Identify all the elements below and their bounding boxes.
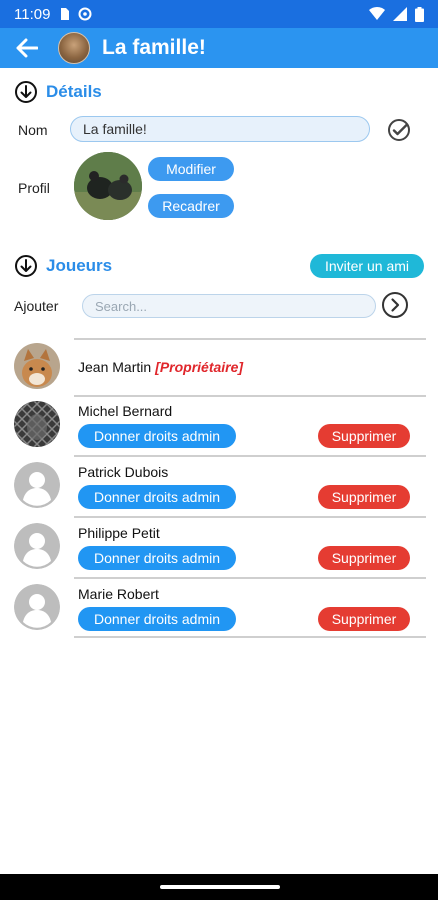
page-title: La famille! — [102, 36, 206, 59]
status-time: 11:09 — [14, 5, 51, 23]
modify-button[interactable]: Modifier — [148, 157, 234, 181]
person-icon — [14, 462, 60, 508]
grant-admin-button[interactable]: Donner droits admin — [78, 607, 236, 631]
player-row-owner: Jean Martin [Propriétaire] — [0, 338, 438, 398]
app-bar: La famille! — [0, 28, 438, 68]
avatar — [14, 343, 60, 389]
player-row: Philippe Petit Donner droits admin Suppr… — [0, 516, 438, 576]
details-section-header[interactable]: Détails — [14, 80, 102, 104]
system-nav-bar — [0, 874, 438, 900]
delete-button[interactable]: Supprimer — [318, 424, 410, 448]
group-avatar — [58, 32, 90, 64]
delete-button[interactable]: Supprimer — [318, 607, 410, 631]
delete-button[interactable]: Supprimer — [318, 546, 410, 570]
player-name: Michel Bernard — [78, 403, 173, 419]
settings-status-icon — [78, 7, 92, 21]
avatar — [14, 401, 60, 447]
grant-admin-button[interactable]: Donner droits admin — [78, 485, 236, 509]
sim-icon — [61, 8, 70, 20]
chevron-right-circle-icon[interactable] — [381, 291, 409, 319]
players-title: Joueurs — [46, 256, 113, 275]
grant-admin-button[interactable]: Donner droits admin — [78, 424, 236, 448]
name-field[interactable] — [70, 116, 370, 142]
player-name: Jean Martin [Propriétaire] — [78, 359, 243, 375]
status-bar: 11:09 — [0, 0, 438, 28]
name-label: Nom — [18, 122, 48, 138]
owner-tag: [Propriétaire] — [155, 359, 244, 375]
player-name: Philippe Petit — [78, 525, 160, 541]
home-handle[interactable] — [160, 885, 280, 889]
invite-friend-button[interactable]: Inviter un ami — [310, 254, 424, 278]
profile-picture — [74, 152, 142, 220]
add-label: Ajouter — [14, 298, 59, 314]
player-row: Michel Bernard Donner droits admin Suppr… — [0, 395, 438, 455]
check-circle-icon[interactable] — [386, 117, 412, 143]
profile-label: Profil — [18, 180, 50, 196]
player-name: Marie Robert — [78, 586, 159, 602]
players-section-header[interactable]: Joueurs — [14, 254, 112, 278]
signal-icon — [393, 7, 407, 21]
crop-button[interactable]: Recadrer — [148, 194, 234, 218]
search-input[interactable] — [82, 294, 376, 318]
player-row: Patrick Dubois Donner droits admin Suppr… — [0, 455, 438, 515]
delete-button[interactable]: Supprimer — [318, 485, 410, 509]
battery-icon — [415, 6, 424, 22]
person-icon — [14, 523, 60, 569]
grant-admin-button[interactable]: Donner droits admin — [78, 546, 236, 570]
arrow-down-circle-icon — [15, 255, 37, 277]
divider — [74, 636, 426, 638]
back-button[interactable] — [12, 33, 42, 63]
wifi-icon — [369, 7, 385, 20]
player-name-text: Jean Martin — [78, 359, 152, 375]
person-icon — [14, 584, 60, 630]
details-title: Détails — [46, 82, 102, 101]
arrow-down-circle-icon — [15, 81, 37, 103]
player-row: Marie Robert Donner droits admin Supprim… — [0, 577, 438, 637]
player-name: Patrick Dubois — [78, 464, 169, 480]
arrow-left-icon — [16, 38, 38, 58]
